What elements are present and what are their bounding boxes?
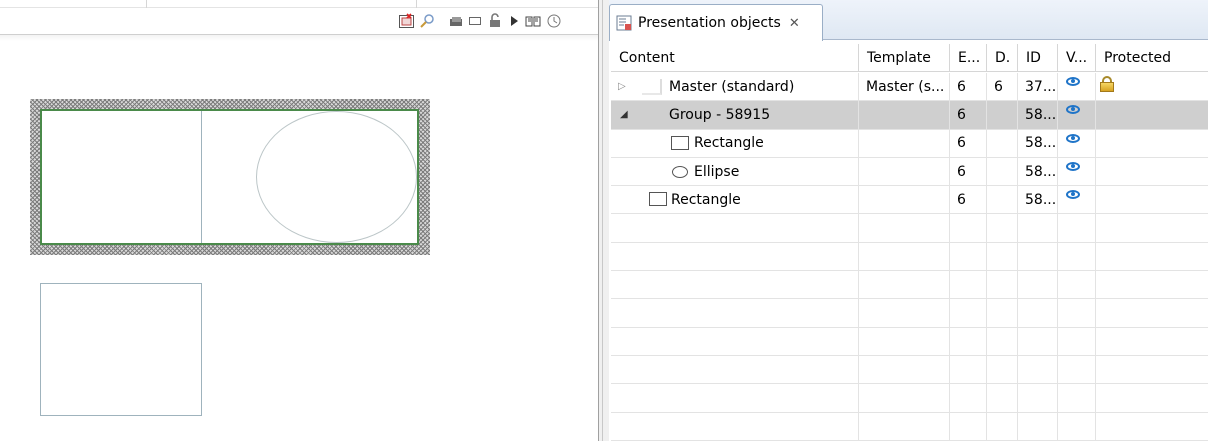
table-row-empty [611,299,1208,328]
rectangle-shape[interactable] [40,283,202,416]
layers-icon[interactable] [447,12,465,30]
close-icon[interactable]: ✕ [789,16,800,31]
table-row[interactable]: Rectangle 6 58... [611,186,1208,215]
lock-icon[interactable] [1100,75,1114,92]
book-icon[interactable] [524,12,542,30]
objects-table: ▷ Master (standard) Master (s... 6 6 37.… [611,73,1208,441]
group-ellipse-shape[interactable] [256,111,417,243]
rectangle-icon [671,135,689,150]
pane-splitter[interactable] [598,0,609,441]
table-row[interactable]: ◢ Group - 58915 6 58... [611,101,1208,130]
row-e: 6 [950,186,987,214]
row-template [859,101,950,129]
magnifier-icon[interactable] [418,12,436,30]
row-template: Master (s... [859,73,950,101]
table-row[interactable]: Rectangle 6 58... [611,129,1208,158]
table-row-empty [611,271,1208,300]
eye-icon[interactable] [1066,77,1080,87]
column-header-template[interactable]: Template [859,44,950,72]
row-d [987,186,1018,214]
table-row[interactable]: Ellipse 6 58... [611,157,1208,187]
drawing-canvas[interactable] [0,41,598,441]
chevron-down-icon[interactable]: ◢ [620,109,628,120]
column-header-protected[interactable]: Protected [1096,44,1208,72]
presentation-objects-icon [616,15,632,31]
row-id: 58... [1018,129,1058,157]
row-content-label: Ellipse [694,163,740,180]
rectangle-tool-icon[interactable] [466,12,484,30]
master-page-icon [642,79,662,95]
row-e: 6 [950,157,987,186]
play-icon[interactable] [505,12,523,30]
table-row-empty [611,214,1208,243]
editor-pane [0,0,598,441]
row-e: 6 [950,101,987,129]
table-row-empty [611,412,1208,441]
row-id: 58... [1018,101,1058,129]
view-tab-bar: Presentation objects ✕ [609,0,1208,41]
table-header: Content Template E... D. ID V... Protect… [611,44,1208,72]
table-row[interactable]: ▷ Master (standard) Master (s... 6 6 37.… [611,73,1208,102]
ellipse-icon [672,165,688,178]
unlink-icon[interactable] [398,12,416,30]
row-template [859,186,950,214]
clock-icon[interactable] [545,12,563,30]
tab-label: Presentation objects [638,15,781,31]
row-e: 6 [950,129,987,157]
group-rectangle-shape[interactable] [42,111,202,243]
chevron-right-icon[interactable]: ▷ [618,81,626,92]
row-content-label: Master (standard) [669,78,795,95]
row-d [987,129,1018,157]
eye-icon[interactable] [1066,162,1080,172]
row-content-label: Rectangle [694,135,764,152]
column-header-content[interactable]: Content [611,44,859,72]
row-d: 6 [987,73,1018,101]
table-row-empty [611,327,1208,356]
tab-presentation-objects[interactable]: Presentation objects ✕ [609,4,823,41]
row-content-label: Rectangle [671,191,741,208]
row-id: 58... [1018,186,1058,214]
rectangle-icon [649,192,667,207]
editor-toolbar [0,8,598,34]
row-content-label: Group - 58915 [669,106,771,123]
table-row-empty [611,384,1208,413]
table-row-empty [611,355,1208,385]
eye-icon[interactable] [1066,190,1080,200]
row-e: 6 [950,73,987,101]
row-d [987,101,1018,129]
eye-icon[interactable] [1066,133,1080,143]
group-shape[interactable] [40,109,419,245]
presentation-objects-view: Presentation objects ✕ Content Template … [609,0,1208,441]
column-header-v[interactable]: V... [1058,44,1096,72]
row-id: 37... [1018,73,1058,101]
column-header-e[interactable]: E... [950,44,987,72]
row-d [987,157,1018,186]
editor-tab-strip [0,0,598,8]
eye-icon[interactable] [1066,105,1080,115]
row-template [859,129,950,157]
table-row-empty [611,242,1208,272]
column-header-id[interactable]: ID [1018,44,1058,72]
row-id: 58... [1018,157,1058,186]
lock-icon[interactable] [486,12,504,30]
row-template [859,157,950,186]
column-header-d[interactable]: D. [987,44,1018,72]
